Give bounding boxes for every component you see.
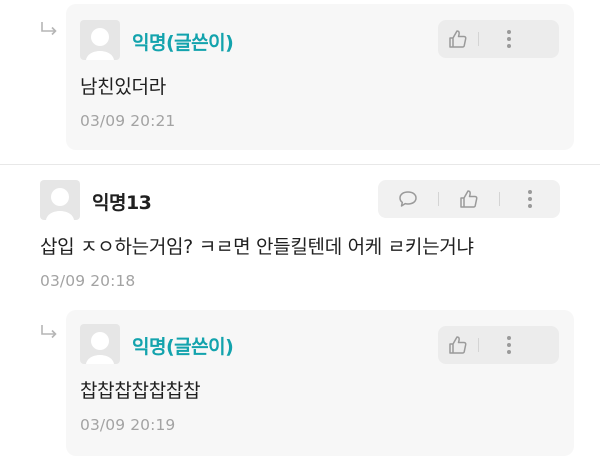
comment-text: 남친있더라 — [80, 76, 166, 98]
comment-text: 삽입 ㅈㅇ하는거임? ㅋㄹ면 안들킬텐데 어케 ㄹ키는거냐 — [40, 236, 474, 258]
author-name[interactable]: 익명13 — [92, 188, 152, 215]
thumbs-up-icon — [449, 30, 467, 48]
more-button[interactable] — [500, 180, 560, 218]
comment-text: 찹찹찹찹찹찹찹 — [80, 380, 201, 402]
reply-arrow-icon — [40, 325, 58, 339]
reply-arrow-icon — [40, 22, 58, 36]
reply-card: 익명(글쓴이) 찹찹찹찹찹찹찹 03/09 20:19 — [66, 310, 574, 456]
timestamp: 03/09 20:18 — [40, 272, 136, 290]
action-bar — [438, 326, 559, 364]
speech-bubble-icon — [399, 191, 417, 207]
author-name[interactable]: 익명(글쓴이) — [132, 332, 234, 359]
action-bar — [378, 180, 560, 218]
more-button[interactable] — [479, 326, 539, 364]
more-button[interactable] — [479, 20, 539, 58]
default-avatar-icon[interactable] — [80, 324, 120, 364]
timestamp: 03/09 20:21 — [80, 112, 176, 130]
more-vertical-icon — [528, 190, 532, 208]
default-avatar-icon[interactable] — [80, 20, 120, 60]
thumbs-up-icon — [449, 336, 467, 354]
author-name[interactable]: 익명(글쓴이) — [132, 28, 234, 55]
default-avatar-icon[interactable] — [40, 180, 80, 220]
thumbs-up-icon — [460, 190, 478, 208]
more-vertical-icon — [507, 336, 511, 354]
more-vertical-icon — [507, 30, 511, 48]
like-button[interactable] — [438, 326, 478, 364]
action-bar — [438, 20, 559, 58]
like-button[interactable] — [439, 180, 499, 218]
divider — [0, 164, 600, 165]
like-button[interactable] — [438, 20, 478, 58]
reply-card: 익명(글쓴이) 남친있더라 03/09 20:21 — [66, 4, 574, 150]
timestamp: 03/09 20:19 — [80, 416, 176, 434]
reply-button[interactable] — [378, 180, 438, 218]
